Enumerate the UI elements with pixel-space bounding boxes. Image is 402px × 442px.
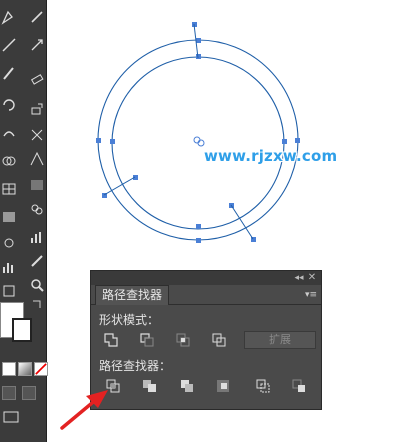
scale-tool-icon[interactable] <box>28 100 46 118</box>
divide-button[interactable] <box>103 377 123 395</box>
width-tool-icon[interactable] <box>0 124 18 142</box>
stroke-swatch[interactable] <box>12 318 32 342</box>
trim-button[interactable] <box>139 377 159 395</box>
exclude-button[interactable] <box>209 331 229 349</box>
color-mode-button[interactable] <box>2 362 16 376</box>
slice-tool-icon[interactable] <box>28 252 46 270</box>
tools-panel <box>0 0 48 442</box>
rotate-tool-icon[interactable] <box>0 96 18 114</box>
gradient-tool-icon[interactable] <box>28 176 46 194</box>
close-icon[interactable]: ✕ <box>306 271 318 285</box>
pen-tool-icon[interactable] <box>0 8 18 26</box>
pathfinder-panel: ◂◂ ✕ 路径查找器 ▾≡ 形状模式： 扩展 路径查找器： <box>90 270 322 410</box>
blend-tool-icon[interactable] <box>0 208 18 226</box>
center-point-icon <box>193 136 205 147</box>
draw-normal-button[interactable] <box>2 386 16 400</box>
paintbrush-tool-icon[interactable] <box>0 64 18 82</box>
zoom-tool-icon[interactable] <box>28 276 46 294</box>
screen-mode-icon[interactable] <box>2 408 20 426</box>
minus-back-button[interactable] <box>289 377 309 395</box>
mesh-tool-icon[interactable] <box>0 180 18 198</box>
artboard-tool-icon[interactable] <box>0 282 18 300</box>
pathfinders-label: 路径查找器： <box>99 359 172 373</box>
merge-button[interactable] <box>177 377 197 395</box>
shape-builder-icon[interactable] <box>0 152 18 170</box>
blend-circles-icon[interactable] <box>28 200 46 218</box>
pencil-tool-icon[interactable] <box>28 8 46 26</box>
panel-title-bar[interactable] <box>91 271 321 285</box>
column-graph-icon[interactable] <box>0 258 18 276</box>
expand-button[interactable]: 扩展 <box>244 331 316 349</box>
draw-behind-button[interactable] <box>22 386 36 400</box>
watermark-text: www.rjzxw.com <box>204 147 338 165</box>
minus-front-button[interactable] <box>137 331 157 349</box>
eraser-tool-icon[interactable] <box>28 70 46 88</box>
pen-nib-icon[interactable] <box>28 36 46 54</box>
symbol-sprayer-icon[interactable] <box>0 234 18 252</box>
double-chevron-right-icon[interactable]: ◂◂ <box>293 271 305 285</box>
panel-menu-icon[interactable]: ▾≡ <box>305 289 317 301</box>
bar-graph-icon[interactable] <box>28 228 46 246</box>
crop-button[interactable] <box>213 377 233 395</box>
line-tool-icon[interactable] <box>0 36 18 54</box>
shape-modes-label: 形状模式： <box>99 313 160 327</box>
intersect-button[interactable] <box>173 331 193 349</box>
unite-button[interactable] <box>101 331 121 349</box>
tab-pathfinder[interactable]: 路径查找器 <box>95 285 170 305</box>
swap-colors-icon[interactable] <box>28 296 46 314</box>
perspective-grid-icon[interactable] <box>28 150 46 168</box>
free-transform-icon[interactable] <box>28 126 46 144</box>
outer-circle-path[interactable] <box>97 39 299 241</box>
gradient-mode-button[interactable] <box>18 362 32 376</box>
outline-button[interactable] <box>253 377 273 395</box>
